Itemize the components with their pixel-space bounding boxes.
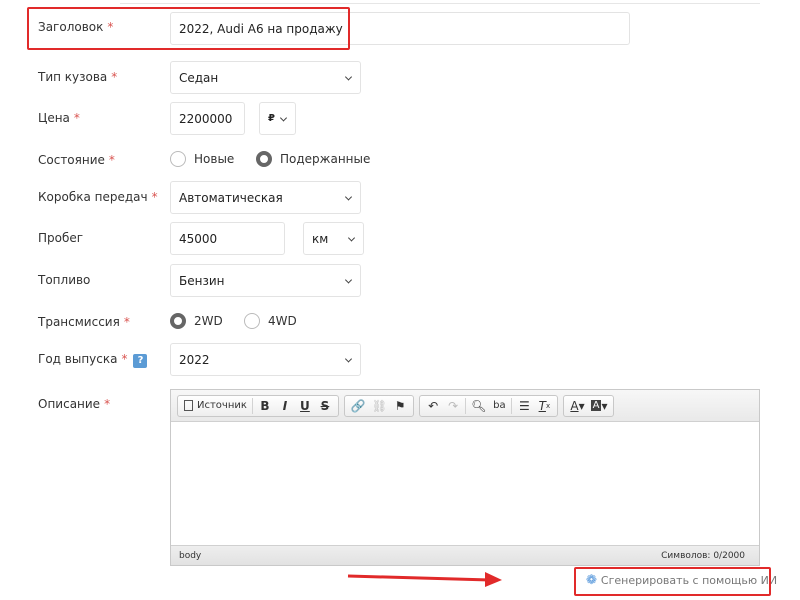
help-icon[interactable]: ? (133, 354, 148, 368)
flag-icon[interactable]: ⚑ (390, 396, 410, 416)
italic-button[interactable]: I (275, 396, 295, 416)
year-label: Год выпуска *? (38, 352, 148, 368)
radio-4wd[interactable]: 4WD (244, 313, 297, 329)
editor-statusbar: body Символов: 0/2000 (171, 545, 759, 565)
gearbox-label: Коробка передач * (38, 190, 158, 204)
bold-button[interactable]: B (255, 396, 275, 416)
condition-label: Состояние * (38, 153, 115, 167)
chevron-down-icon (279, 113, 288, 122)
chevron-down-icon (347, 233, 356, 242)
radio-label: 4WD (268, 314, 297, 328)
price-label: Цена * (38, 111, 80, 125)
radio-button-selected[interactable] (170, 313, 186, 329)
price-input[interactable]: 2200000 (170, 102, 245, 135)
strike-button[interactable]: S (315, 396, 335, 416)
chevron-down-icon (344, 275, 353, 284)
divider (120, 3, 760, 4)
format-block-icon[interactable]: ☰ (514, 396, 534, 416)
highlight-box (27, 7, 350, 50)
search-icon[interactable]: 🔍︎ (468, 396, 489, 416)
underline-button[interactable]: U (295, 396, 315, 416)
source-icon (184, 400, 193, 411)
remove-format-icon[interactable]: Tx (534, 396, 554, 416)
source-label: Источник (197, 400, 247, 411)
rich-text-editor: Источник B I U S 🔗 ⛓ ⚑ ↶ ↷ 🔍︎ ba ☰ Tx A … (170, 389, 760, 566)
fuel-select[interactable]: Бензин (170, 264, 361, 297)
text-color-icon[interactable]: A ▾ (567, 396, 587, 416)
editor-toolbar: Источник B I U S 🔗 ⛓ ⚑ ↶ ↷ 🔍︎ ba ☰ Tx A … (171, 390, 759, 422)
undo-icon[interactable]: ↶ (423, 396, 443, 416)
editor-content[interactable] (171, 422, 759, 545)
chevron-down-icon (344, 192, 353, 201)
unlink-icon[interactable]: ⛓ (369, 396, 390, 416)
gearbox-select[interactable]: Автоматическая (170, 181, 361, 214)
mileage-label: Пробег (38, 231, 84, 245)
link-icon[interactable]: 🔗 (348, 396, 369, 416)
mileage-input[interactable]: 45000 (170, 222, 285, 255)
highlight-box (574, 567, 771, 596)
fuel-label: Топливо (38, 273, 91, 287)
currency-select[interactable]: ₽ (259, 102, 296, 135)
background-color-icon[interactable]: A ▾ (588, 396, 611, 416)
chevron-down-icon (344, 354, 353, 363)
drive-label: Трансмиссия * (38, 315, 130, 329)
element-path[interactable]: body (179, 551, 201, 561)
radio-label: 2WD (194, 314, 223, 328)
char-counter: Символов: 0/2000 (661, 550, 745, 561)
source-button[interactable]: Источник (181, 396, 250, 416)
arrow-annotation (347, 572, 502, 587)
redo-icon[interactable]: ↷ (443, 396, 463, 416)
radio-label: Подержанные (280, 152, 371, 166)
chevron-down-icon (344, 72, 353, 81)
mileage-unit-select[interactable]: км (303, 222, 364, 255)
radio-2wd[interactable]: 2WD (170, 313, 223, 329)
radio-button[interactable] (170, 151, 186, 167)
radio-used[interactable]: Подержанные (256, 151, 370, 167)
radio-button[interactable] (244, 313, 260, 329)
year-select[interactable]: 2022 (170, 343, 361, 376)
replace-icon[interactable]: ba (489, 396, 509, 416)
radio-new[interactable]: Новые (170, 151, 234, 167)
radio-button-selected[interactable] (256, 151, 272, 167)
body-type-select[interactable]: Седан (170, 61, 361, 94)
body-type-label: Тип кузова * (38, 70, 118, 84)
description-label: Описание * (38, 397, 111, 411)
radio-label: Новые (194, 152, 235, 166)
